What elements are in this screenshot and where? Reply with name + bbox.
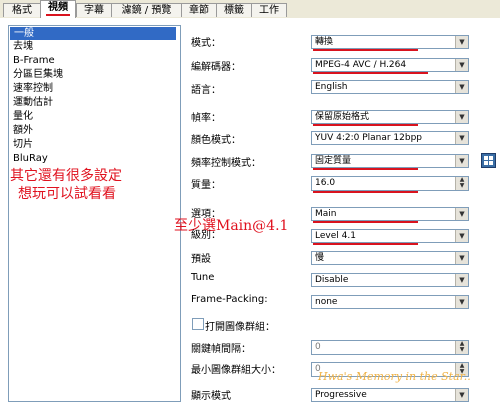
tab-bar: 格式 視頻 字幕 濾鏡 / 預覽 章節 標籤 工作 (0, 0, 500, 19)
tab-video[interactable]: 視頻 (40, 0, 76, 19)
mingop-label: 最小圖像群組大小： (191, 365, 281, 376)
chevron-down-icon: ▼ (455, 155, 468, 167)
encoder-highlight-mark (313, 72, 428, 74)
annotation-try-it: 想玩可以試看看 (18, 186, 116, 202)
level-label: 級別： (191, 230, 221, 241)
mode-value: 轉換 (315, 37, 334, 47)
encoder-value: MPEG-4 AVC / H.264 (315, 60, 407, 70)
display-mode-select[interactable]: Progressive ▼ (311, 388, 469, 402)
quality-label: 質量： (191, 180, 221, 191)
language-value: English (315, 82, 348, 92)
quality-value: 16.0 (315, 178, 336, 188)
profile-highlight-mark (313, 221, 418, 223)
ratecontrol-highlight-mark (313, 168, 418, 170)
spin-arrows-icon[interactable]: ▲ ▼ (455, 177, 468, 190)
quality-spinner[interactable]: 16.0 ▲ ▼ (311, 176, 469, 191)
display-mode-label: 顯示模式 (191, 391, 231, 402)
colormode-select[interactable]: YUV 4:2:0 Planar 12bpp ▼ (311, 131, 469, 145)
mode-label: 模式： (191, 38, 221, 49)
level-highlight-mark (313, 243, 418, 245)
language-label: 語言： (191, 85, 221, 96)
encoder-select[interactable]: MPEG-4 AVC / H.264 ▼ (311, 58, 469, 72)
preset-label: 預設 (191, 254, 211, 265)
tab-highlight-mark (46, 14, 70, 16)
category-rate-control[interactable]: 速率控制 (13, 82, 53, 95)
chevron-down-icon: ▼ (455, 230, 468, 242)
framerate-value: 保留原始格式 (315, 112, 370, 122)
tune-label: Tune (191, 272, 215, 283)
preset-select[interactable]: 慢 ▼ (311, 251, 469, 265)
colormode-value: YUV 4:2:0 Planar 12bpp (315, 133, 423, 143)
category-deblock[interactable]: 去塊 (13, 40, 33, 53)
framerate-highlight-mark (313, 124, 418, 126)
category-extra[interactable]: 額外 (13, 124, 33, 137)
chevron-down-icon: ▼ (455, 208, 468, 220)
chevron-down-icon: ▼ (455, 59, 468, 71)
profile-label: 選項： (191, 209, 221, 220)
framepacking-select[interactable]: none ▼ (311, 295, 469, 309)
profile-select[interactable]: Main ▼ (311, 207, 469, 221)
ratecontrol-value: 固定質量 (315, 156, 352, 166)
tab-tags[interactable]: 標籤 (216, 3, 252, 17)
framepacking-value: none (315, 297, 338, 307)
category-motion-estimation[interactable]: 運動估計 (13, 96, 53, 109)
framerate-label: 幀率： (191, 113, 221, 124)
tab-chapters[interactable]: 章節 (181, 3, 217, 17)
chevron-down-icon: ▼ (455, 296, 468, 308)
tab-filters-preview[interactable]: 濾鏡 / 預覽 (111, 3, 182, 17)
mode-select[interactable]: 轉換 ▼ (311, 35, 469, 49)
colormode-label: 顏色模式： (191, 135, 241, 146)
quality-highlight-mark (313, 191, 418, 193)
chevron-down-icon: ▼ (455, 36, 468, 48)
tune-select[interactable]: Disable ▼ (311, 273, 469, 287)
chevron-down-icon: ▼ (455, 252, 468, 264)
keyint-spinner[interactable]: 0 ▲ ▼ (311, 340, 469, 355)
annotation-more-settings: 其它還有很多設定 (10, 168, 122, 184)
encoder-label: 編解碼器： (191, 62, 241, 73)
keyint-value: 0 (315, 342, 321, 352)
category-slices[interactable]: 切片 (13, 138, 33, 151)
spin-arrows-icon[interactable]: ▲ ▼ (455, 341, 468, 354)
tab-format[interactable]: 格式 (3, 3, 41, 17)
chevron-down-icon: ▼ (455, 389, 468, 401)
mode-highlight-mark (313, 49, 418, 51)
framepacking-label: Frame-Packing: (191, 294, 268, 305)
category-partitions[interactable]: 分區巨集塊 (13, 68, 63, 81)
chevron-down-icon: ▼ (455, 274, 468, 286)
level-select[interactable]: Level 4.1 ▼ (311, 229, 469, 243)
chevron-down-icon: ▼ (455, 111, 468, 123)
category-quantization[interactable]: 量化 (13, 110, 33, 123)
settings-category-list[interactable]: 一般 去塊 B-Frame 分區巨集塊 速率控制 運動估計 量化 額外 切片 B… (8, 25, 181, 402)
framerate-select[interactable]: 保留原始格式 ▼ (311, 110, 469, 124)
ratecontrol-select[interactable]: 固定質量 ▼ (311, 154, 469, 168)
level-value: Level 4.1 (315, 231, 356, 241)
chevron-down-icon: ▼ (455, 81, 468, 93)
chevron-down-icon: ▼ (455, 132, 468, 144)
category-bframe[interactable]: B-Frame (13, 54, 55, 67)
keyint-label: 關鍵幀間隔： (191, 344, 251, 355)
tab-jobs[interactable]: 工作 (251, 3, 287, 17)
language-select[interactable]: English ▼ (311, 80, 469, 94)
tab-subtitles[interactable]: 字幕 (76, 3, 112, 17)
category-bluray[interactable]: BluRay (13, 152, 48, 165)
open-gop-checkbox[interactable] (192, 318, 204, 330)
watermark: Hwa's Memory in the Star.. (318, 370, 471, 383)
display-mode-value: Progressive (315, 390, 367, 400)
open-gop-label: 打開圖像群組： (205, 322, 275, 333)
grid-settings-icon[interactable] (481, 153, 496, 168)
preset-value: 慢 (315, 253, 325, 263)
ratecontrol-label: 頻率控制模式： (191, 158, 261, 169)
category-general[interactable]: 一般 (10, 27, 176, 40)
tune-value: Disable (315, 275, 349, 285)
profile-value: Main (315, 209, 337, 219)
